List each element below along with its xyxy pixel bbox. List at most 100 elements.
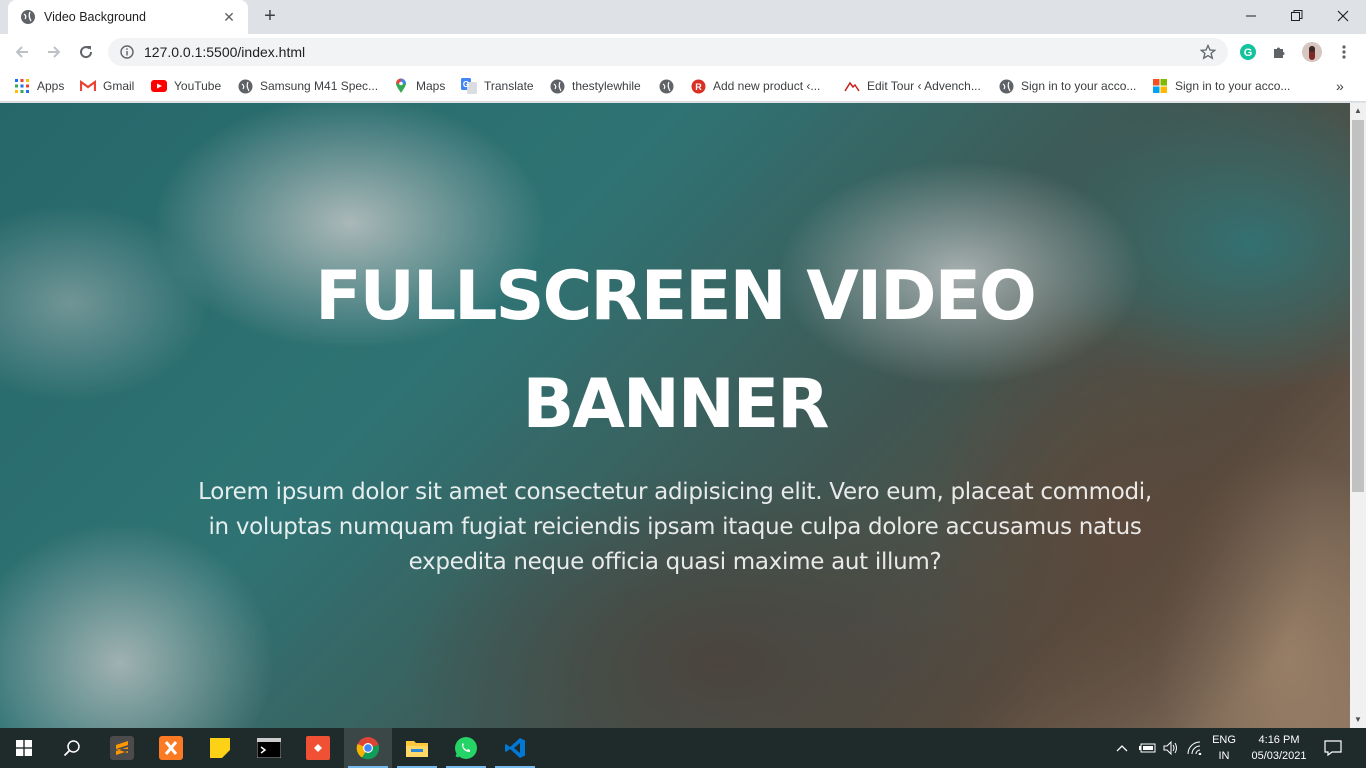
page-scrollbar[interactable]: ▲ ▼ <box>1350 103 1366 728</box>
git-diamond-icon <box>306 736 330 760</box>
close-icon <box>1337 10 1349 22</box>
scrollbar-thumb[interactable] <box>1352 120 1364 492</box>
youtube-icon <box>151 78 167 94</box>
extensions-button[interactable] <box>1268 40 1292 64</box>
bookmark-label: Translate <box>484 79 534 93</box>
taskbar-sticky-notes[interactable] <box>196 728 244 768</box>
speaker-icon <box>1163 741 1177 755</box>
hero-paragraph-line-2: in voluptas numquam fugiat reiciendis ip… <box>208 514 1142 540</box>
profile-avatar[interactable] <box>1300 40 1324 64</box>
more-vert-icon <box>1342 45 1346 59</box>
info-icon[interactable] <box>120 45 134 59</box>
scroll-up-arrow-icon[interactable]: ▲ <box>1350 103 1366 119</box>
address-bar[interactable]: 127.0.0.1:5500/index.html <box>108 38 1228 66</box>
globe-icon <box>658 78 674 94</box>
tab-strip: Video Background ✕ + <box>0 0 1366 34</box>
bookmark-samsung[interactable]: Samsung M41 Spec... <box>237 75 378 97</box>
chevron-double-right-icon: » <box>1336 78 1344 94</box>
bookmark-edit-tour[interactable]: Edit Tour ‹ Advench... <box>844 75 981 97</box>
mountain-icon <box>844 78 860 94</box>
bookmark-label: Sign in to your acco... <box>1175 79 1291 93</box>
tab-title: Video Background <box>44 10 146 24</box>
close-window-button[interactable] <box>1320 0 1366 32</box>
taskbar-terminal[interactable] <box>245 728 293 768</box>
tab-close-icon[interactable]: ✕ <box>220 9 238 26</box>
new-tab-button[interactable]: + <box>258 5 282 29</box>
bookmark-thestylewhile[interactable]: thestylewhile <box>549 75 641 97</box>
vscode-icon <box>505 738 525 758</box>
taskbar-git-app[interactable] <box>294 728 342 768</box>
browser-toolbar: 127.0.0.1:5500/index.html G <box>0 34 1366 70</box>
taskbar-sublime-text[interactable] <box>98 728 146 768</box>
bookmark-star-button[interactable] <box>1196 40 1220 64</box>
tab-video-background[interactable]: Video Background ✕ <box>8 0 248 34</box>
taskbar-whatsapp[interactable] <box>442 728 490 768</box>
bookmark-add-new-product[interactable]: R Add new product ‹... <box>690 75 820 97</box>
taskbar-chrome[interactable] <box>344 728 392 768</box>
grammarly-extension-button[interactable]: G <box>1236 40 1260 64</box>
hero-title: FULLSCREEN VIDEO BANNER <box>175 243 1175 459</box>
grammarly-icon: G <box>1240 44 1256 60</box>
bookmark-label: Samsung M41 Spec... <box>260 79 379 93</box>
clock-time: 4:16 PM <box>1258 734 1300 746</box>
restore-button[interactable] <box>1274 0 1320 32</box>
action-center-button[interactable] <box>1318 728 1348 768</box>
minimize-icon <box>1246 15 1256 17</box>
bookmark-label: Edit Tour ‹ Advench... <box>867 79 981 93</box>
menu-button[interactable] <box>1332 40 1356 64</box>
translate-icon: G <box>461 78 477 94</box>
bookmark-maps[interactable]: Maps <box>393 75 445 97</box>
taskbar-file-explorer[interactable] <box>393 728 441 768</box>
avatar-icon <box>1302 42 1322 62</box>
minimize-button[interactable] <box>1228 0 1274 32</box>
puzzle-icon <box>1274 47 1285 58</box>
forward-button[interactable] <box>42 40 66 64</box>
bookmark-youtube[interactable]: YouTube <box>151 75 221 97</box>
battery-button[interactable] <box>1136 728 1158 768</box>
scroll-down-arrow-icon[interactable]: ▼ <box>1350 712 1366 728</box>
battery-icon <box>1139 743 1156 753</box>
arrow-right-icon <box>48 46 61 58</box>
taskbar-xampp[interactable] <box>147 728 195 768</box>
folder-icon <box>406 741 428 757</box>
start-button[interactable] <box>0 728 48 768</box>
chevron-up-icon <box>1116 745 1128 752</box>
network-button[interactable] <box>1184 728 1206 768</box>
hero-paragraph-line-1: Lorem ipsum dolor sit amet consectetur a… <box>198 479 1152 505</box>
bookmarks-bar: Apps Gmail YouTube Samsung M41 Spec... M… <box>0 70 1366 102</box>
svg-text:G: G <box>1244 47 1253 59</box>
hero-title-line-1: FULLSCREEN VIDEO <box>315 257 1037 336</box>
terminal-icon <box>257 738 281 758</box>
more-bookmarks-button[interactable]: » <box>1336 75 1344 97</box>
bookmark-gmail[interactable]: Gmail <box>80 75 134 97</box>
windows-taskbar: ENG IN 4:16 PM 05/03/2021 <box>0 728 1366 768</box>
search-button[interactable] <box>48 728 96 768</box>
language-indicator[interactable]: ENG IN <box>1206 732 1242 764</box>
reload-button[interactable] <box>74 40 98 64</box>
reload-icon <box>80 46 93 59</box>
sticky-notes-icon <box>210 738 230 758</box>
taskbar-vscode[interactable] <box>491 728 539 768</box>
bookmark-label: thestylewhile <box>572 79 641 93</box>
clock-date: 05/03/2021 <box>1251 750 1307 762</box>
globe-icon <box>237 78 253 94</box>
bookmark-label: Maps <box>416 79 446 93</box>
bookmark-apps[interactable]: Apps <box>14 75 64 97</box>
volume-button[interactable] <box>1160 728 1182 768</box>
star-icon <box>1200 44 1216 60</box>
clock[interactable]: 4:16 PM 05/03/2021 <box>1244 732 1314 764</box>
bookmark-label: Apps <box>37 79 65 93</box>
wifi-icon <box>1187 741 1202 755</box>
restore-icon <box>1291 10 1303 21</box>
xampp-icon <box>159 736 183 760</box>
maps-icon <box>393 78 409 94</box>
bookmark-unnamed[interactable] <box>658 75 681 97</box>
back-button[interactable] <box>10 40 34 64</box>
url-text: 127.0.0.1:5500/index.html <box>144 44 306 60</box>
bookmark-sign-in-1[interactable]: Sign in to your acco... <box>998 75 1136 97</box>
show-hidden-icons-button[interactable] <box>1112 728 1132 768</box>
bookmark-label: YouTube <box>174 79 222 93</box>
bookmark-translate[interactable]: G Translate <box>461 75 534 97</box>
bookmark-label: Add new product ‹... <box>713 79 821 93</box>
bookmark-sign-in-2[interactable]: Sign in to your acco... <box>1152 75 1290 97</box>
